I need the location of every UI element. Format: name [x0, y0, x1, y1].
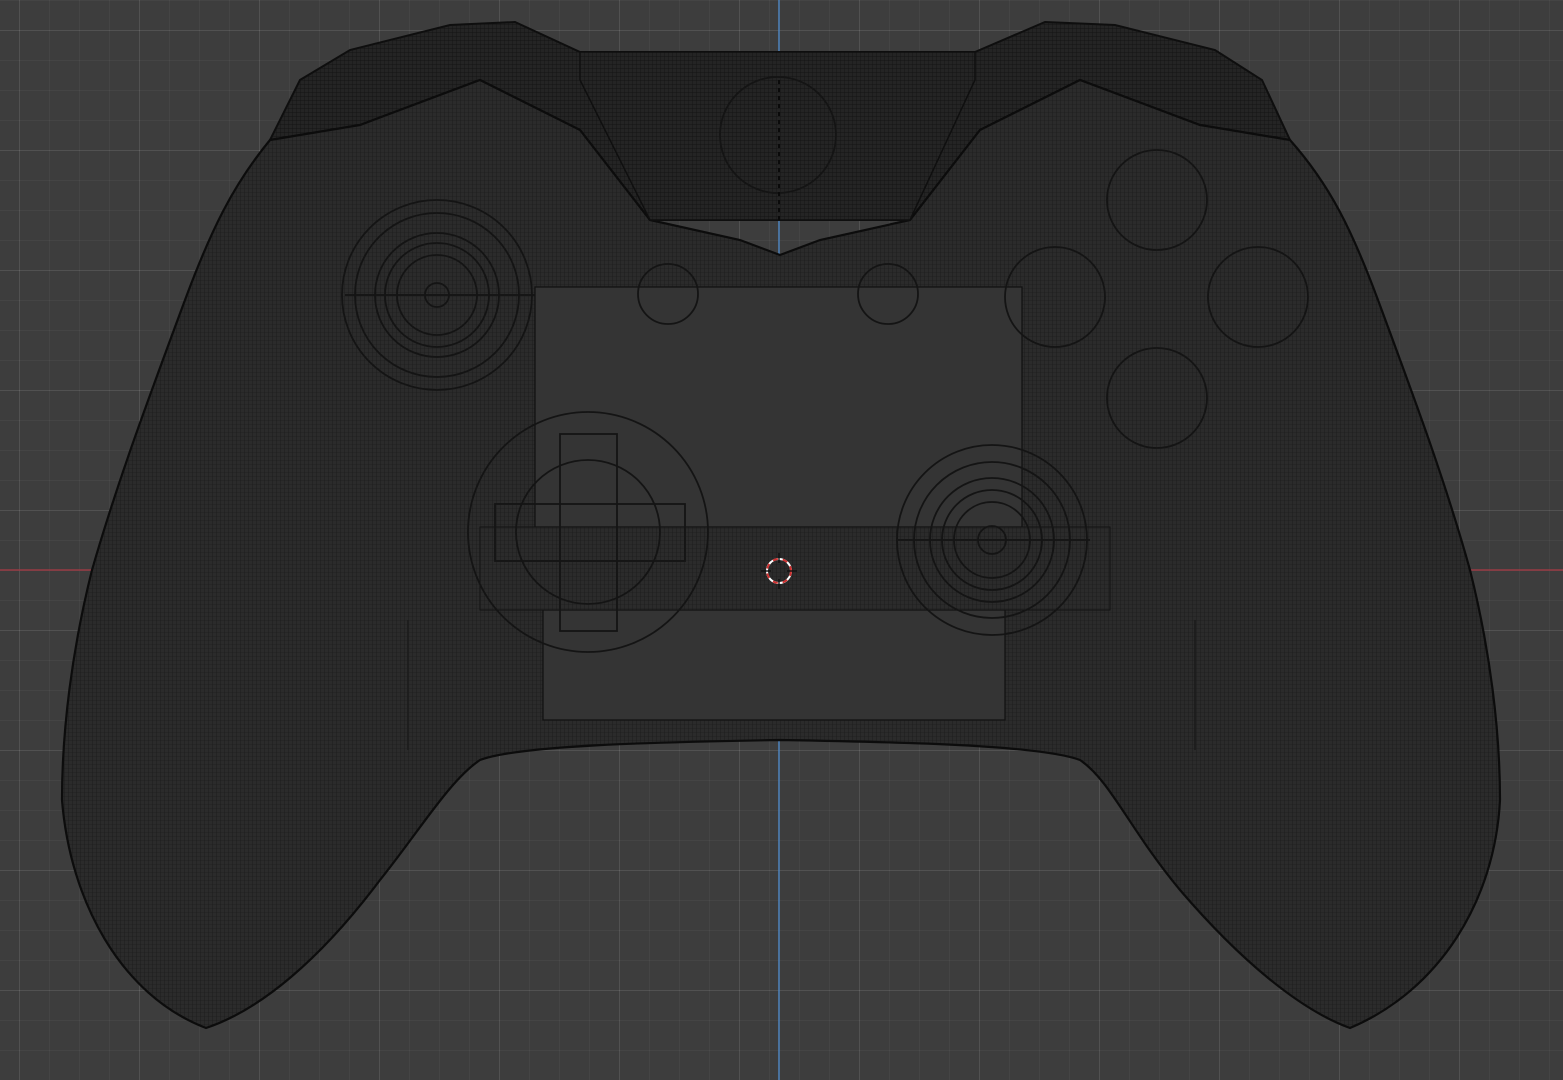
- viewport-scene: [0, 0, 1563, 1080]
- controller-model[interactable]: [60, 20, 1502, 1030]
- inner-panel-top: [534, 286, 1023, 528]
- 3d-viewport[interactable]: [0, 0, 1563, 1080]
- inner-panel-bottom: [542, 609, 1006, 721]
